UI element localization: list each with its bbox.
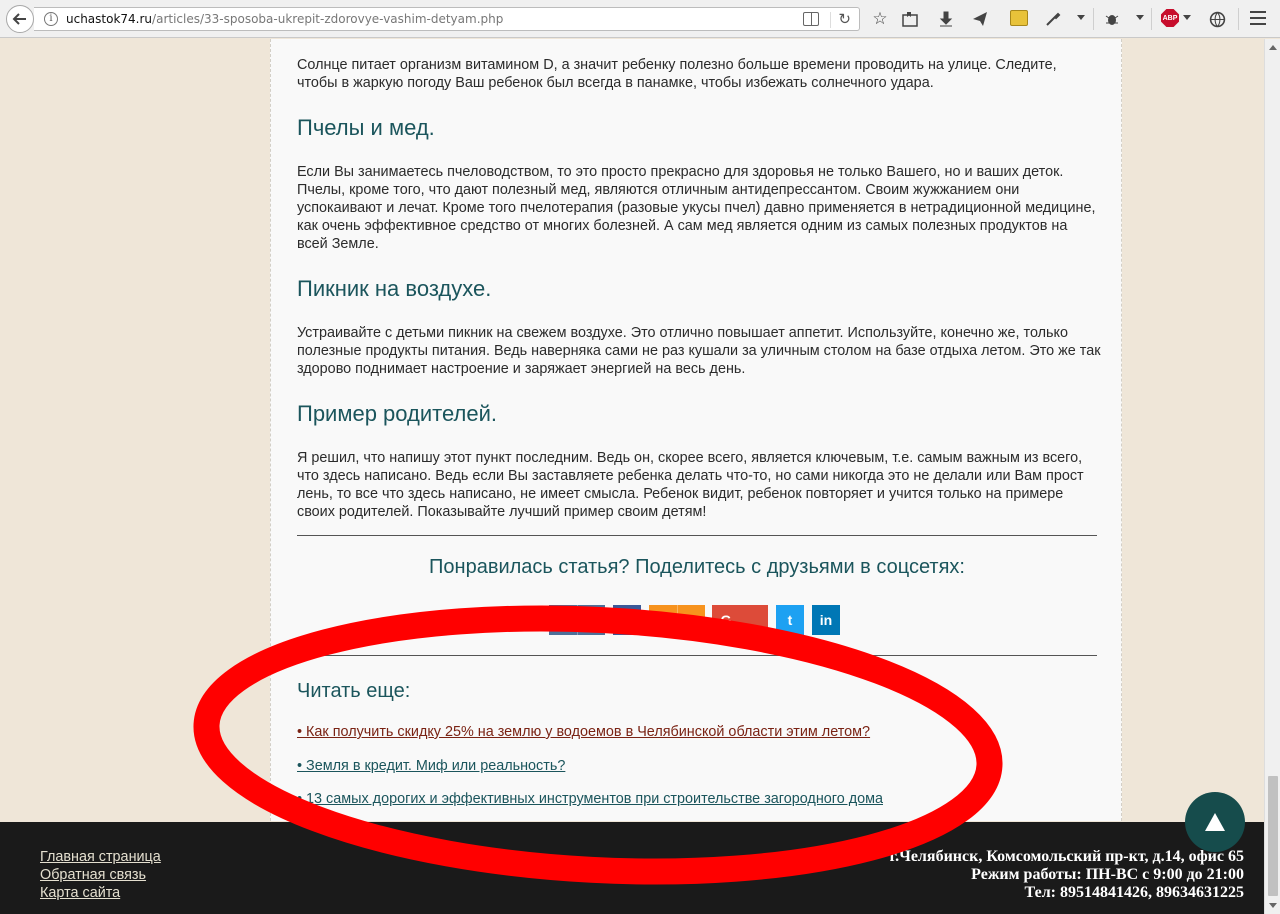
section-heading: Пчелы и мед. — [297, 115, 435, 140]
back-arrow-icon — [12, 13, 26, 25]
read-more-link[interactable]: • Земля в кредит. Миф или реальность? — [297, 758, 565, 774]
scrollbar-thumb[interactable] — [1268, 776, 1278, 896]
chevron-down-icon[interactable] — [1077, 15, 1085, 20]
adblock-icon[interactable]: ABP — [1161, 9, 1179, 27]
linkedin-icon: in — [819, 612, 833, 628]
article-intro: Солнце питает организм витамином D, а зн… — [297, 57, 1057, 91]
footer-link-sitemap[interactable]: Карта сайта — [40, 884, 161, 902]
read-more-link[interactable]: • Как получить скидку 25% на землю у вод… — [297, 724, 870, 740]
divider — [297, 655, 1097, 656]
bookmark-star-icon[interactable]: ☆ — [869, 8, 891, 30]
rss-icon[interactable] — [1010, 10, 1028, 26]
send-icon[interactable] — [969, 8, 991, 30]
url-separator — [830, 12, 831, 28]
footer-link-home[interactable]: Главная страница — [40, 848, 161, 866]
menu-icon[interactable] — [1250, 11, 1266, 25]
browser-toolbar: i uchastok74.ru/articles/33-sposoba-ukre… — [0, 0, 1280, 38]
share-count: 8 — [577, 605, 605, 635]
scroll-up-icon[interactable] — [1269, 45, 1277, 50]
url-host: uchastok74.ru — [66, 12, 153, 26]
footer-links: Главная страница Обратная связь Карта са… — [40, 848, 161, 902]
share-vk-button[interactable]: vk 8 — [549, 605, 605, 635]
footer-contact-info: г.Челябинск, Комсомольский пр-кт, д.14, … — [890, 848, 1244, 902]
site-footer: Главная страница Обратная связь Карта са… — [0, 822, 1264, 914]
download-icon[interactable] — [935, 8, 957, 30]
share-title: Понравилась статья? Поделитесь с друзьям… — [429, 556, 965, 578]
divider — [297, 535, 1097, 536]
web-page: Солнце питает организм витамином D, а зн… — [0, 39, 1264, 914]
read-more-link[interactable]: • 13 самых дорогих и эффективных инструм… — [297, 791, 883, 807]
url-path: /articles/33-sposoba-ukrepit-zdorovye-va… — [152, 12, 504, 26]
google-plus-icon: G — [720, 612, 732, 628]
bug-icon[interactable] — [1101, 8, 1123, 30]
section-heading: Пикник на воздухе. — [297, 276, 492, 301]
twitter-icon: t — [787, 612, 793, 628]
footer-address: г.Челябинск, Комсомольский пр-кт, д.14, … — [889, 848, 1244, 865]
info-icon[interactable]: i — [44, 12, 58, 26]
url-text[interactable]: uchastok74.ru/articles/33-sposoba-ukrepi… — [66, 12, 503, 26]
odnoklassniki-icon: ok — [654, 612, 672, 628]
section-text: Если Вы занимаетесь пчеловодством, то эт… — [297, 164, 1096, 252]
vk-icon: vk — [555, 612, 571, 628]
scroll-down-icon[interactable] — [1269, 903, 1277, 908]
arrow-up-icon — [1205, 813, 1225, 831]
toolbar-separator — [1093, 8, 1094, 30]
page-scrollbar[interactable] — [1264, 39, 1280, 914]
read-more-title: Читать еще: — [297, 680, 411, 702]
scroll-to-top-button[interactable] — [1185, 792, 1245, 852]
section-text: Я решил, что напишу этот пункт последним… — [297, 450, 1084, 520]
toolbar-separator — [1151, 8, 1152, 30]
share-twitter-button[interactable]: t — [776, 605, 804, 635]
reload-icon[interactable]: ↻ — [838, 10, 851, 28]
bookmarks-list-icon[interactable] — [899, 8, 921, 30]
eyedropper-icon[interactable] — [1042, 8, 1064, 30]
facebook-icon: f — [624, 612, 630, 628]
footer-hours: Режим работы: ПН-ВС с 9:00 до 21:00 — [971, 866, 1244, 883]
chevron-down-icon[interactable] — [1183, 15, 1191, 20]
share-linkedin-button[interactable]: in — [812, 605, 840, 635]
footer-phones: Тел: 89514841426, 89634631225 — [1024, 884, 1244, 901]
share-google-plus-button[interactable]: G — [712, 605, 768, 635]
article-content: Солнце питает организм витамином D, а зн… — [270, 39, 1122, 821]
globe-icon[interactable] — [1206, 8, 1228, 30]
toolbar-separator — [1238, 8, 1239, 30]
section-text: Устраивайте с детьми пикник на свежем во… — [297, 325, 1101, 377]
share-facebook-button[interactable]: f — [613, 605, 641, 635]
footer-link-feedback[interactable]: Обратная связь — [40, 866, 161, 884]
share-odnoklassniki-button[interactable]: ok 2 — [649, 605, 705, 635]
share-count: 2 — [677, 605, 705, 635]
reader-view-icon[interactable] — [803, 12, 819, 26]
section-heading: Пример родителей. — [297, 401, 497, 426]
url-bar[interactable]: i uchastok74.ru/articles/33-sposoba-ukre… — [34, 7, 860, 31]
back-button[interactable] — [6, 5, 34, 33]
chevron-down-icon[interactable] — [1136, 15, 1144, 20]
